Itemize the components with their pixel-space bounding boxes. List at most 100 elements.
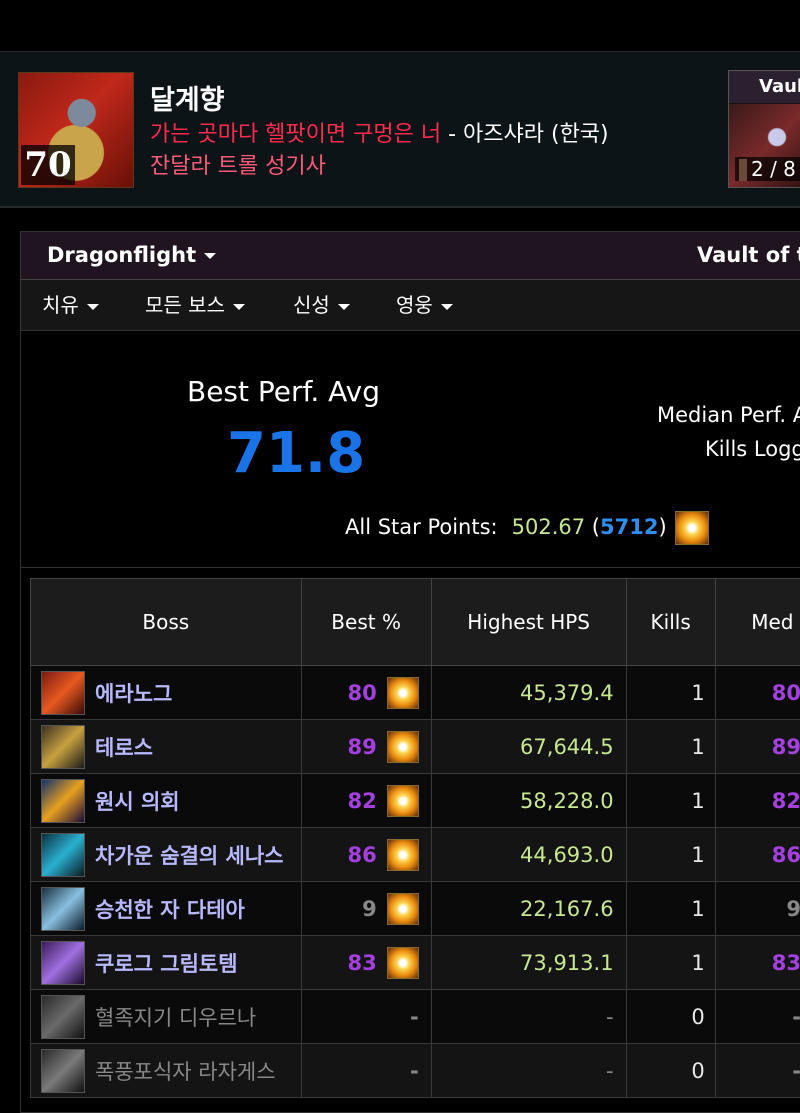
chevron-down-icon <box>87 304 99 310</box>
highest-hps-cell: 22,167.6 <box>431 882 626 936</box>
best-perf-value: 71.8 <box>227 421 365 486</box>
col-med[interactable]: Med <box>715 579 800 666</box>
performance-summary: Best Perf. Avg 71.8 Median Perf. A Kills… <box>21 331 800 568</box>
table-row[interactable]: 혈족지기 디우르나 - - 0 - <box>31 990 800 1044</box>
highest-hps: 73,913.1 <box>520 951 614 975</box>
best-percent-cell: 9 <box>301 882 431 936</box>
median-cell: 83 <box>715 936 800 990</box>
median-cell: - <box>715 1044 800 1098</box>
boss-name[interactable]: 혈족지기 디우르나 <box>95 1006 256 1030</box>
col-hps[interactable]: Highest HPS <box>431 579 626 666</box>
highest-hps-cell: 45,379.4 <box>431 666 626 720</box>
col-best[interactable]: Best % <box>301 579 431 666</box>
median-cell: 82 <box>715 774 800 828</box>
boss-name[interactable]: 에라노그 <box>95 682 172 706</box>
vault-title: Vault <box>729 71 800 103</box>
kills: 1 <box>691 735 704 759</box>
median-percent: 89 <box>772 735 800 759</box>
boss-cell[interactable]: 쿠로그 그림토템 <box>31 936 302 990</box>
median-percent: - <box>792 1005 800 1029</box>
difficulty-filter-label: 영웅 <box>396 293 433 317</box>
role-filter[interactable]: 치유 <box>42 280 99 330</box>
table-row[interactable]: 테로스 89 67,644.5 1 89 <box>31 720 800 774</box>
kills: 1 <box>691 897 704 921</box>
col-kills[interactable]: Kills <box>626 579 715 666</box>
all-star-count: 5712 <box>600 515 658 539</box>
vault-progress: 2 / 8 <box>735 157 800 182</box>
boss-cell[interactable]: 승천한 자 다테아 <box>31 882 302 936</box>
highest-hps: - <box>606 1005 614 1029</box>
boss-name[interactable]: 차가운 숨결의 세나스 <box>95 844 284 868</box>
spec-filter[interactable]: 신성 <box>293 280 350 330</box>
best-percent-cell: 86 <box>301 828 431 882</box>
difficulty-filter[interactable]: 영웅 <box>396 280 453 330</box>
boss-name[interactable]: 승천한 자 다테아 <box>95 898 245 922</box>
character-avatar[interactable]: 70 <box>18 72 134 188</box>
table-row[interactable]: 차가운 숨결의 세나스 86 44,693.0 1 86 <box>31 828 800 882</box>
highest-hps-cell: - <box>431 990 626 1044</box>
star-icon <box>387 947 419 979</box>
boss-name[interactable]: 테로스 <box>95 736 153 760</box>
star-icon <box>387 839 419 871</box>
best-percent: 83 <box>348 951 377 975</box>
boss-cell[interactable]: 차가운 숨결의 세나스 <box>31 828 302 882</box>
median-cell: - <box>715 990 800 1044</box>
expansion-bar: Dragonflight Vault of the <box>21 232 800 280</box>
raid-title: Vault of the <box>697 232 800 279</box>
table-row[interactable]: 폭풍포식자 라자게스 - - 0 - <box>31 1044 800 1098</box>
table-row[interactable]: 승천한 자 다테아 9 22,167.6 1 9 <box>31 882 800 936</box>
best-percent: 80 <box>348 681 377 705</box>
all-star-value: 502.67 <box>512 515 585 539</box>
character-guild-realm: 가는 곳마다 헬팟이면 구멍은 너 - 아즈샤라 (한국) <box>150 116 609 148</box>
kills-cell: 1 <box>626 666 715 720</box>
table-row[interactable]: 쿠로그 그림토템 83 73,913.1 1 83 <box>31 936 800 990</box>
filter-bar: 치유 모든 보스 신성 영웅 <box>21 280 800 331</box>
boss-cell[interactable]: 테로스 <box>31 720 302 774</box>
boss-cell[interactable]: 원시 의회 <box>31 774 302 828</box>
best-percent-cell: - <box>301 990 431 1044</box>
best-percent: 9 <box>362 897 377 921</box>
eranog-icon <box>41 671 85 715</box>
star-icon <box>387 677 419 709</box>
vault-progress-text: 2 / 8 <box>751 157 796 181</box>
character-level-badge: 70 <box>21 145 75 185</box>
expansion-label: Dragonflight <box>47 243 196 267</box>
paren-close: ) <box>658 515 666 539</box>
table-header-row: Boss Best % Highest HPS Kills Med <box>31 579 800 666</box>
boss-name[interactable]: 쿠로그 그림토템 <box>95 952 238 976</box>
chevron-down-icon <box>441 304 453 310</box>
boss-filter[interactable]: 모든 보스 <box>145 280 245 330</box>
guild-link[interactable]: 가는 곳마다 헬팟이면 구멍은 너 <box>150 122 441 147</box>
best-percent-cell: 83 <box>301 936 431 990</box>
best-percent: 82 <box>348 789 377 813</box>
best-percent: 89 <box>348 735 377 759</box>
boss-cell[interactable]: 폭풍포식자 라자게스 <box>31 1044 302 1098</box>
boss-cell[interactable]: 에라노그 <box>31 666 302 720</box>
star-icon <box>387 731 419 763</box>
boss-name[interactable]: 폭풍포식자 라자게스 <box>95 1060 276 1084</box>
table-row[interactable]: 에라노그 80 45,379.4 1 80 <box>31 666 800 720</box>
kills-cell: 1 <box>626 774 715 828</box>
highest-hps-cell: 44,693.0 <box>431 828 626 882</box>
expansion-dropdown[interactable]: Dragonflight <box>47 232 216 279</box>
sennarth-icon <box>41 833 85 877</box>
kills: 1 <box>691 681 704 705</box>
vault-progress-card[interactable]: Vault 2 / 8 <box>728 70 800 188</box>
character-spec-class: 잔달라 트롤 성기사 <box>150 148 326 180</box>
boss-cell[interactable]: 혈족지기 디우르나 <box>31 990 302 1044</box>
table-row[interactable]: 원시 의회 82 58,228.0 1 82 <box>31 774 800 828</box>
kills-cell: 1 <box>626 882 715 936</box>
col-boss[interactable]: Boss <box>31 579 302 666</box>
paren-open: ( <box>592 515 600 539</box>
kills: 1 <box>691 789 704 813</box>
dathea-icon <box>41 887 85 931</box>
best-percent: - <box>410 1005 419 1029</box>
kills: 0 <box>691 1059 704 1083</box>
median-cell: 86 <box>715 828 800 882</box>
median-percent: 80 <box>772 681 800 705</box>
highest-hps-cell: 73,913.1 <box>431 936 626 990</box>
best-percent-cell: 89 <box>301 720 431 774</box>
boss-name[interactable]: 원시 의회 <box>95 790 180 814</box>
kills-cell: 1 <box>626 936 715 990</box>
progress-bar-icon <box>739 159 747 181</box>
